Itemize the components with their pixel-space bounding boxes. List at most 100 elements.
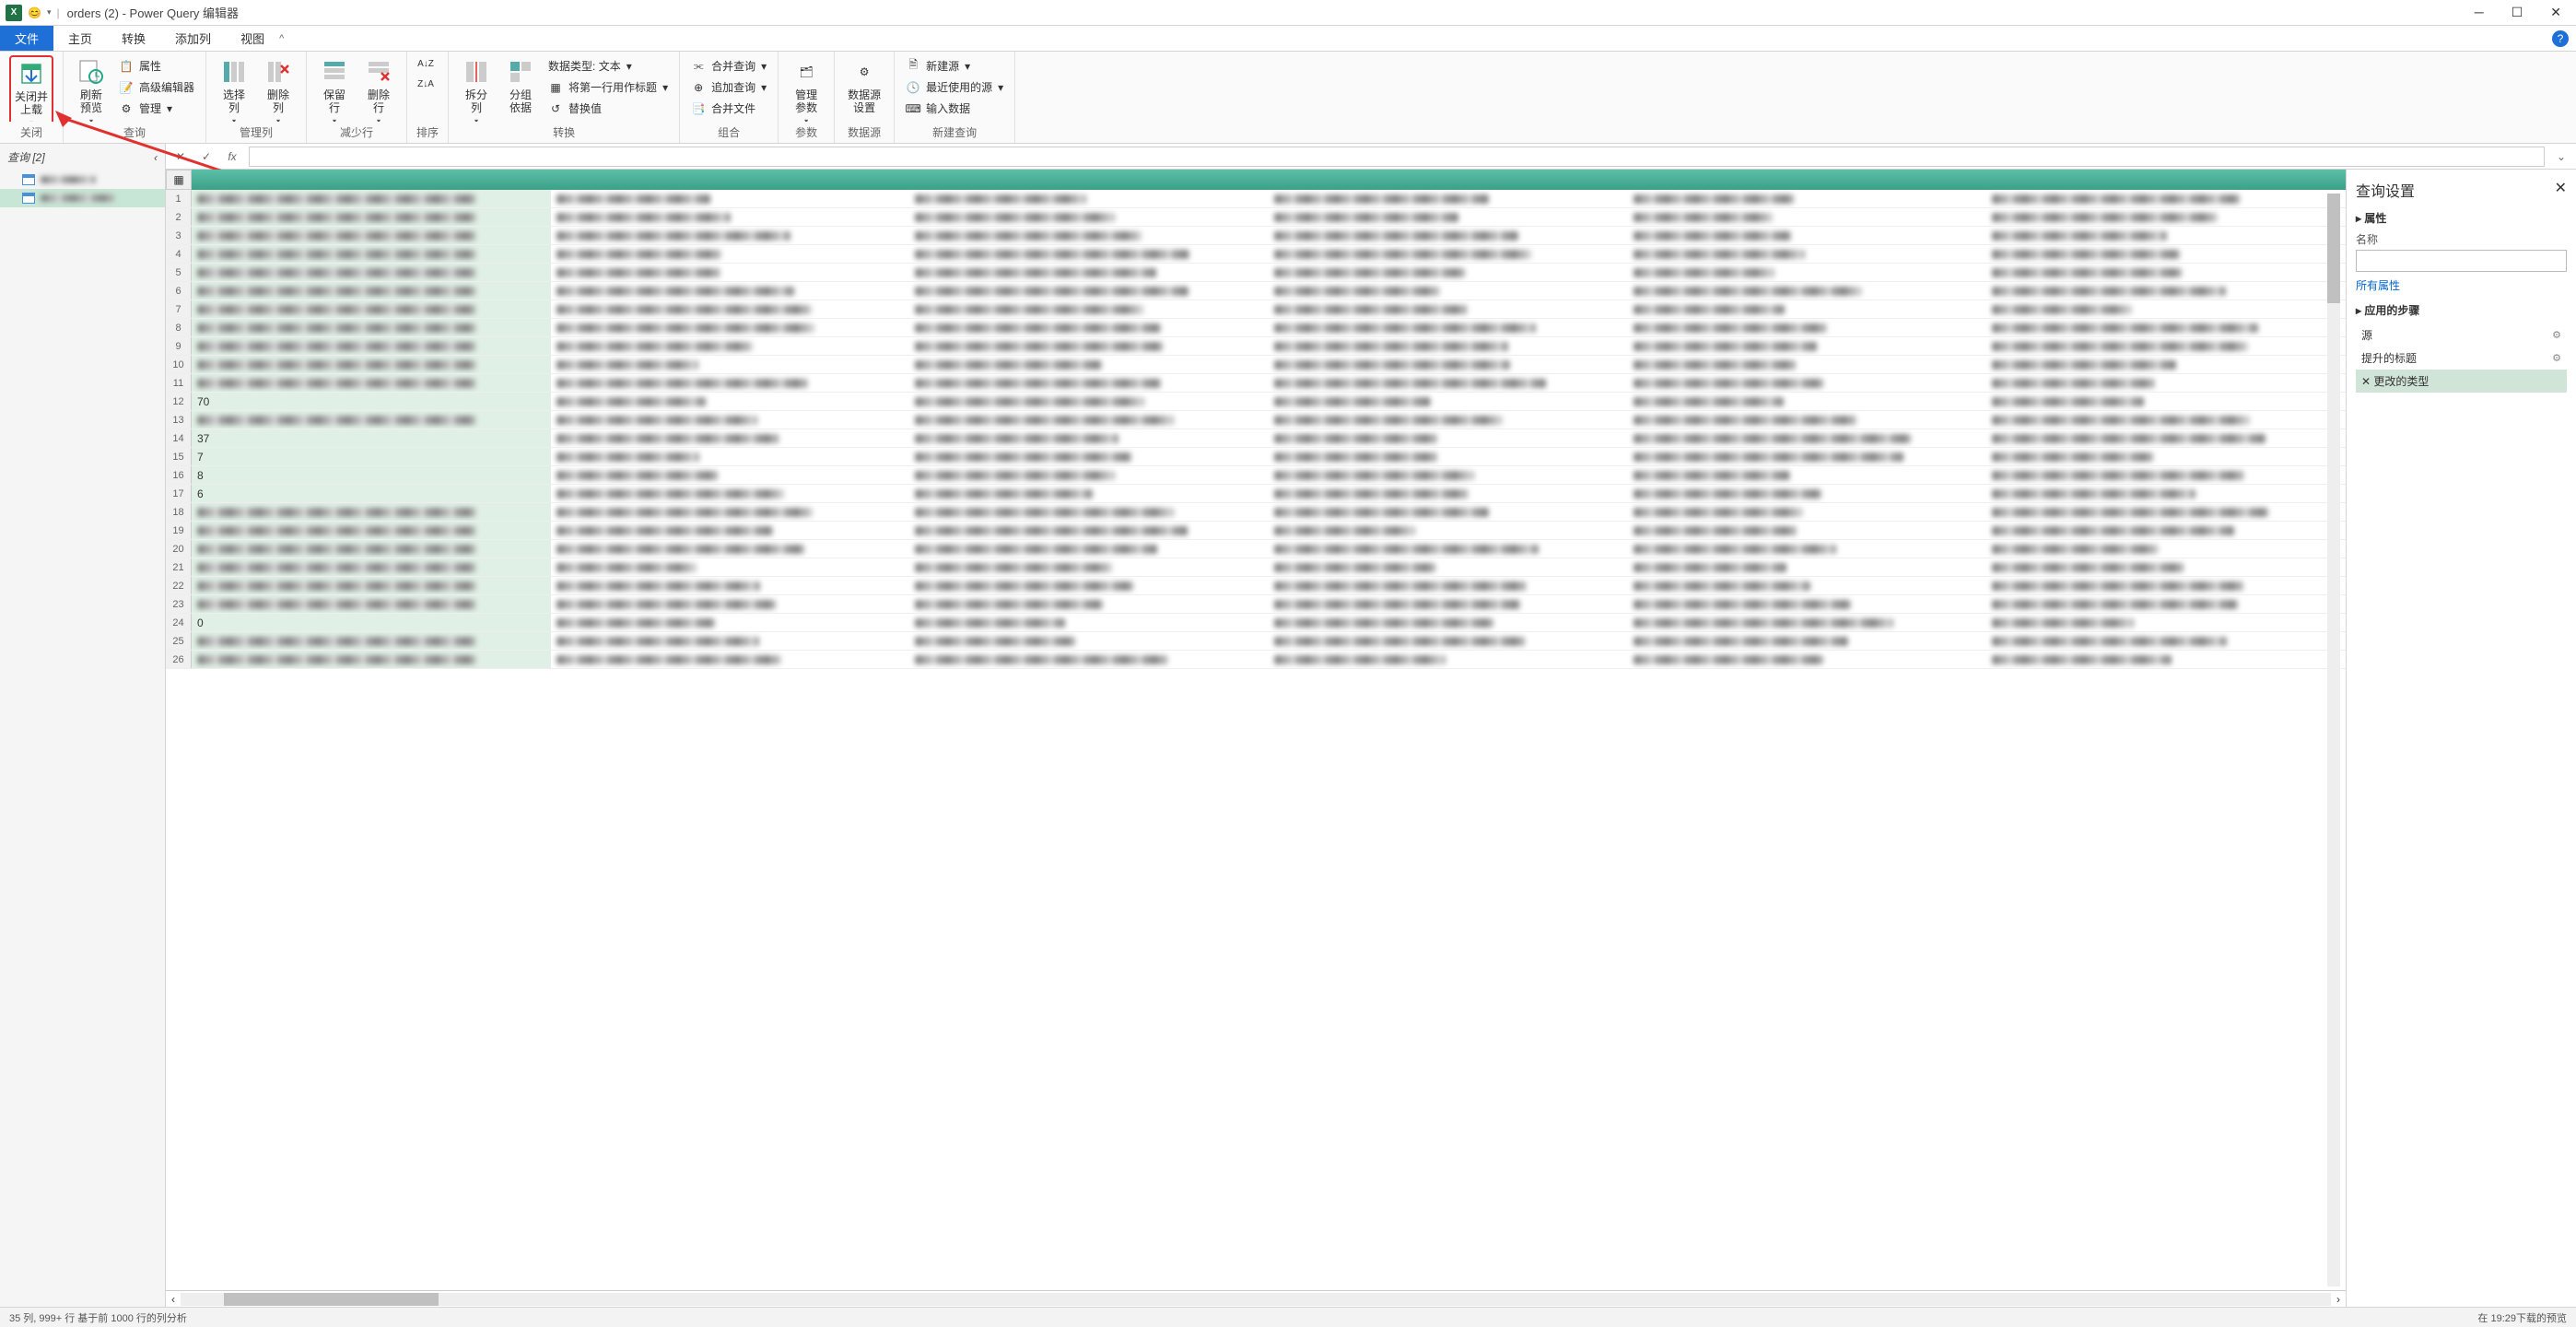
- cell[interactable]: [909, 429, 1269, 447]
- row-number[interactable]: 10: [166, 356, 192, 373]
- enter-data-button[interactable]: ⌨输入数据: [904, 100, 1005, 117]
- cell[interactable]: [192, 651, 551, 668]
- cell[interactable]: [1269, 337, 1628, 355]
- cell[interactable]: [1986, 411, 2346, 429]
- remove-rows-button[interactable]: 删除 行▾: [360, 55, 397, 122]
- row-number[interactable]: 8: [166, 319, 192, 336]
- cell[interactable]: [551, 485, 910, 502]
- cell[interactable]: [1986, 245, 2346, 263]
- cell[interactable]: [192, 282, 551, 299]
- sort-asc-button[interactable]: A↓Z: [416, 55, 435, 72]
- cell[interactable]: [1269, 264, 1628, 281]
- cell[interactable]: [551, 337, 910, 355]
- cell[interactable]: [909, 227, 1269, 244]
- cell[interactable]: [551, 503, 910, 521]
- choose-columns-button[interactable]: 选择 列▾: [216, 55, 252, 122]
- cell[interactable]: [192, 595, 551, 613]
- cell[interactable]: [1986, 614, 2346, 631]
- cell[interactable]: [551, 411, 910, 429]
- expand-formula-button[interactable]: ⌄: [2552, 147, 2570, 166]
- cell[interactable]: [1986, 337, 2346, 355]
- cell[interactable]: [1986, 485, 2346, 502]
- row-number[interactable]: 14: [166, 429, 192, 447]
- cell[interactable]: [192, 264, 551, 281]
- cell[interactable]: [551, 558, 910, 576]
- cell[interactable]: [1628, 245, 1987, 263]
- table-row[interactable]: 26: [166, 651, 2346, 669]
- row-number[interactable]: 17: [166, 485, 192, 502]
- close-settings-button[interactable]: ✕: [2555, 179, 2567, 201]
- refresh-preview-button[interactable]: 刷新 预览▾: [73, 55, 110, 122]
- cell[interactable]: [1628, 393, 1987, 410]
- row-number[interactable]: 19: [166, 522, 192, 539]
- cell[interactable]: [551, 614, 910, 631]
- new-source-button[interactable]: 🗎新建源 ▾: [904, 57, 1005, 75]
- cell[interactable]: [551, 522, 910, 539]
- cell[interactable]: [192, 522, 551, 539]
- cell[interactable]: [1628, 282, 1987, 299]
- cell[interactable]: [551, 300, 910, 318]
- replace-values-button[interactable]: ↺替换值: [546, 100, 670, 117]
- row-number[interactable]: 23: [166, 595, 192, 613]
- vertical-scrollbar[interactable]: [2327, 194, 2340, 1286]
- row-number[interactable]: 12: [166, 393, 192, 410]
- table-row[interactable]: 2: [166, 208, 2346, 227]
- cell[interactable]: [909, 448, 1269, 465]
- query-item-selected[interactable]: [0, 189, 165, 207]
- close-and-load-button[interactable]: 关闭并 上载▾: [9, 55, 53, 122]
- cell[interactable]: [192, 319, 551, 336]
- manage-button[interactable]: ⚙管理 ▾: [117, 100, 196, 117]
- cell[interactable]: [909, 356, 1269, 373]
- cell[interactable]: [1269, 245, 1628, 263]
- table-row[interactable]: 1: [166, 190, 2346, 208]
- table-row[interactable]: 25: [166, 632, 2346, 651]
- scroll-right-button[interactable]: ›: [2331, 1293, 2346, 1306]
- cell[interactable]: [551, 282, 910, 299]
- cell[interactable]: [1269, 227, 1628, 244]
- properties-button[interactable]: 📋属性: [117, 57, 196, 75]
- cell[interactable]: [909, 466, 1269, 484]
- cell[interactable]: [551, 190, 910, 207]
- cell[interactable]: 6: [192, 485, 551, 502]
- cell[interactable]: [1986, 558, 2346, 576]
- grid-header[interactable]: ▦: [166, 170, 2346, 190]
- cell[interactable]: [551, 466, 910, 484]
- row-number[interactable]: 26: [166, 651, 192, 668]
- cell[interactable]: [1628, 264, 1987, 281]
- cell[interactable]: [1628, 411, 1987, 429]
- cell[interactable]: [551, 264, 910, 281]
- cell[interactable]: [909, 208, 1269, 226]
- cell[interactable]: [1628, 374, 1987, 392]
- cell[interactable]: [192, 300, 551, 318]
- use-first-row-button[interactable]: ▦将第一行用作标题 ▾: [546, 78, 670, 96]
- table-row[interactable]: 22: [166, 577, 2346, 595]
- cell[interactable]: [909, 577, 1269, 594]
- cell[interactable]: [909, 245, 1269, 263]
- cell[interactable]: [909, 319, 1269, 336]
- sort-desc-button[interactable]: Z↓A: [416, 76, 435, 92]
- tab-file[interactable]: 文件: [0, 26, 53, 51]
- accept-formula-button[interactable]: ✓: [197, 147, 216, 166]
- cell[interactable]: 37: [192, 429, 551, 447]
- fx-icon[interactable]: fx: [223, 147, 241, 166]
- cell[interactable]: [909, 300, 1269, 318]
- cell[interactable]: [1269, 411, 1628, 429]
- cell[interactable]: [1269, 282, 1628, 299]
- table-row[interactable]: 18: [166, 503, 2346, 522]
- cell[interactable]: [1986, 264, 2346, 281]
- table-row[interactable]: 3: [166, 227, 2346, 245]
- query-name-input[interactable]: [2356, 250, 2567, 272]
- row-number[interactable]: 4: [166, 245, 192, 263]
- cell[interactable]: [1269, 429, 1628, 447]
- select-all-corner[interactable]: ▦: [166, 170, 192, 190]
- table-row[interactable]: 1270: [166, 393, 2346, 411]
- cell[interactable]: [192, 503, 551, 521]
- step-promoted-headers[interactable]: 提升的标题⚙: [2356, 346, 2567, 370]
- manage-parameters-button[interactable]: 🗂管理 参数▾: [788, 55, 825, 122]
- cell[interactable]: [909, 337, 1269, 355]
- cell[interactable]: [1986, 356, 2346, 373]
- cell[interactable]: [1269, 319, 1628, 336]
- combine-files-button[interactable]: 📑合并文件: [689, 100, 768, 117]
- cell[interactable]: [1628, 190, 1987, 207]
- cell[interactable]: [551, 319, 910, 336]
